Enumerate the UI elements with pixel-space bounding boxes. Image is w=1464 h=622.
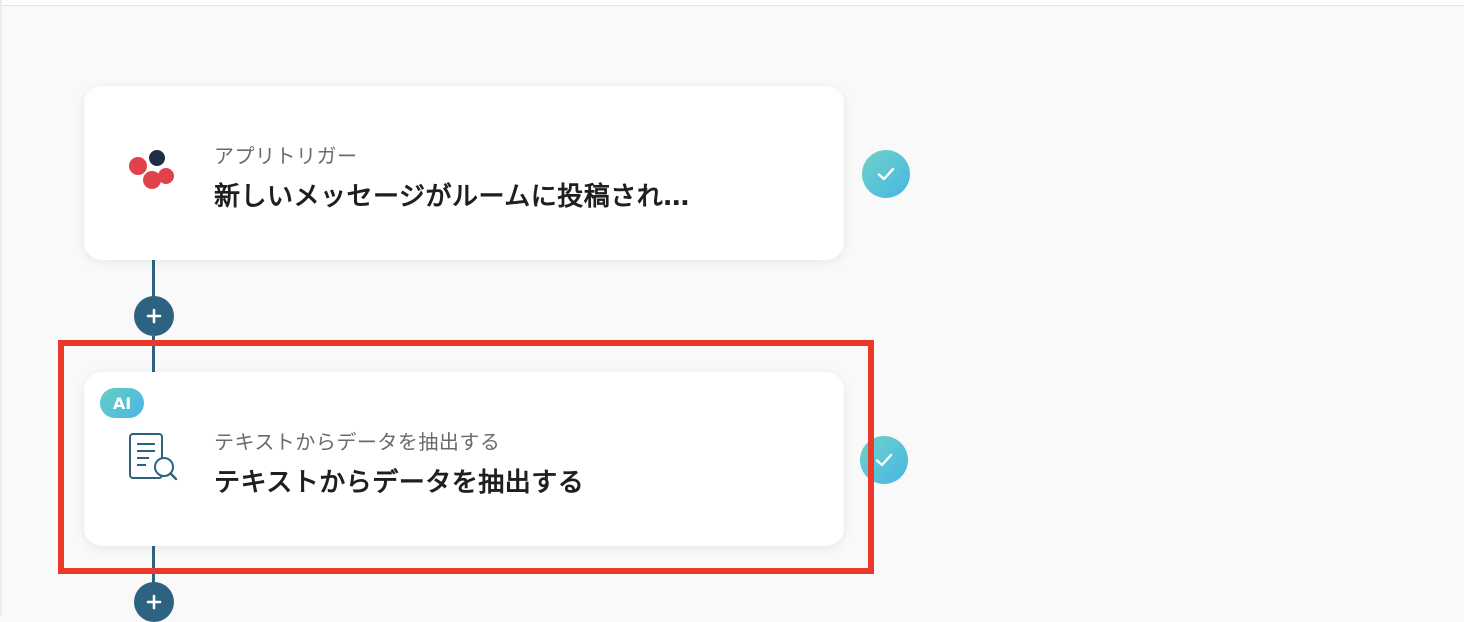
check-icon [877, 167, 895, 181]
flow-connector [152, 544, 155, 584]
flow-step-ai-extract-card[interactable]: AI テキストからデータを抽出する テキストからデータを抽出する [84, 372, 844, 546]
document-search-icon [126, 430, 182, 486]
top-border [0, 0, 1464, 6]
plus-icon [146, 308, 162, 324]
add-step-button[interactable] [134, 296, 174, 336]
flow-step-trigger-card[interactable]: アプリトリガー 新しいメッセージがルームに投稿され… [84, 86, 844, 260]
left-border [0, 0, 2, 616]
step-status-completed [862, 150, 910, 198]
step-title: 新しいメッセージがルームに投稿され… [214, 182, 690, 212]
ai-badge: AI [100, 388, 144, 418]
step-status-completed [860, 436, 908, 484]
flow-connector [152, 258, 155, 298]
chatwork-logo-icon [126, 146, 182, 202]
step-type-label: アプリトリガー [214, 144, 358, 168]
step-title: テキストからデータを抽出する [214, 468, 585, 498]
plus-icon [146, 594, 162, 610]
add-step-button[interactable] [134, 582, 174, 622]
check-icon [875, 453, 893, 467]
flow-connector [152, 336, 155, 372]
step-type-label: テキストからデータを抽出する [214, 430, 501, 454]
